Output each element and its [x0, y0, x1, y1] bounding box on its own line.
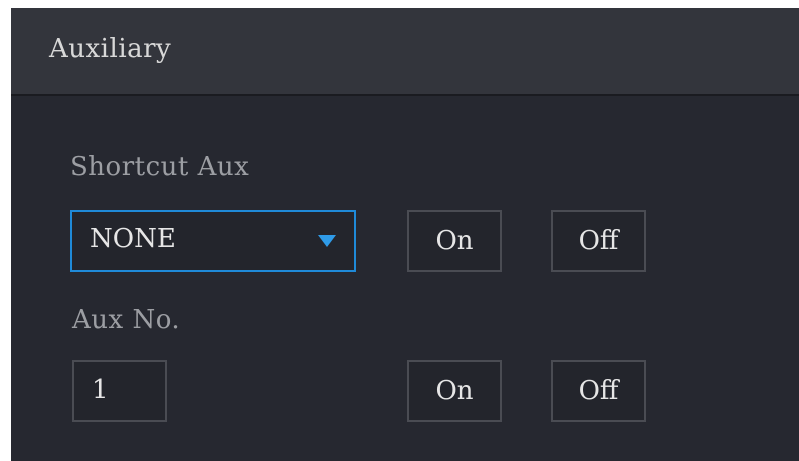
shortcut-aux-dropdown[interactable]: NONE	[70, 210, 356, 272]
aux-no-label: Aux No.	[72, 305, 181, 335]
panel-header: Auxiliary	[11, 8, 799, 96]
auxiliary-panel: Auxiliary Shortcut Aux NONE On Off Aux N…	[11, 8, 799, 461]
shortcut-aux-selected-value: NONE	[90, 224, 176, 254]
shortcut-aux-on-button[interactable]: On	[407, 210, 502, 272]
panel-title: Auxiliary	[49, 34, 172, 64]
aux-no-off-button[interactable]: Off	[551, 360, 646, 422]
shortcut-aux-off-button[interactable]: Off	[551, 210, 646, 272]
shortcut-aux-label: Shortcut Aux	[70, 152, 250, 182]
dropdown-caret-icon	[318, 235, 336, 247]
aux-no-input[interactable]: 1	[72, 360, 167, 422]
aux-no-on-button[interactable]: On	[407, 360, 502, 422]
